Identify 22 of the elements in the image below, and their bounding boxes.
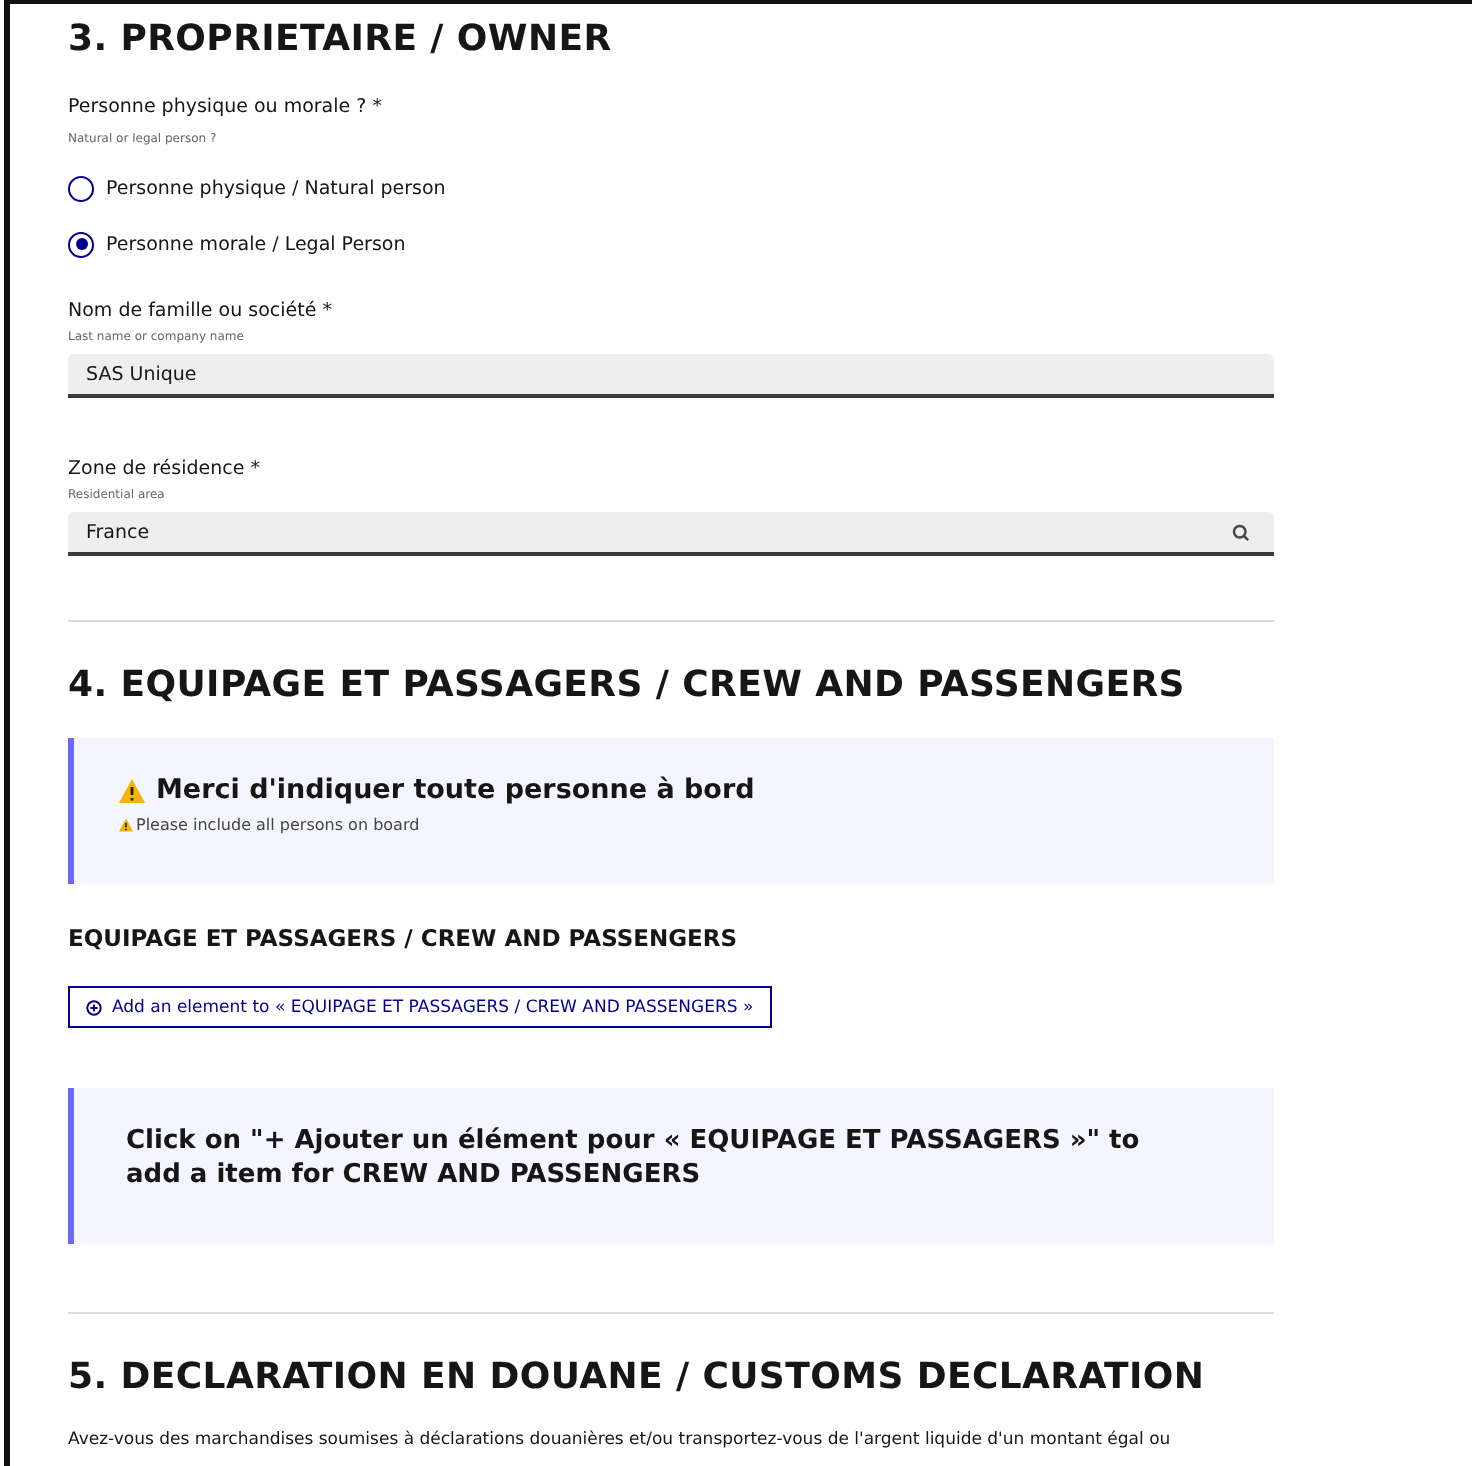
info-text: Click on "+ Ajouter un élément pour « EQUIPAGE ET PASSAGERS »" to add a item for CREW AND PASSENGERS	[126, 1124, 1142, 1192]
field-label: Nom de famille ou société *	[68, 300, 334, 324]
search-field[interactable]: France	[68, 512, 1274, 556]
section-heading: 3. PROPRIETAIRE / OWNER	[68, 16, 614, 64]
subheading: EQUIPAGE ET PASSAGERS / CREW AND PASSENGERS	[68, 924, 740, 952]
warning-icon	[118, 777, 146, 803]
add-icon	[86, 999, 102, 1015]
input-field[interactable]: SAS Unique	[68, 354, 1274, 398]
radio-label[interactable]: Personne morale / Legal Person	[106, 233, 406, 255]
warning-icon	[118, 818, 134, 832]
radio-button[interactable]	[68, 175, 94, 201]
field-label: Zone de résidence *	[68, 458, 262, 482]
warning-subtitle: Please include all persons on board	[136, 816, 420, 834]
add-element-button[interactable]: Add an element to « EQUIPAGE ET PASSAGERS / CREW AND PASSENGERS »	[68, 986, 772, 1028]
field-label: Personne physique ou morale ? *	[68, 96, 384, 120]
radio-button[interactable]	[68, 231, 94, 257]
section-heading: 5. DECLARATION EN DOUANE / CUSTOMS DECLARATION	[68, 1354, 1207, 1402]
question-text: Avez-vous des marchandises soumises à déclarations douanières et/ou transportez-vous de l'argent liquide d'un montant égal ou	[68, 1430, 1173, 1450]
search-icon	[1232, 523, 1250, 541]
section-heading: 4. EQUIPAGE ET PASSAGERS / CREW AND PASSENGERS	[68, 662, 1187, 710]
radio-label[interactable]: Personne physique / Natural person	[106, 177, 446, 199]
warning-title: Merci d'indiquer toute personne à bord	[156, 774, 755, 806]
